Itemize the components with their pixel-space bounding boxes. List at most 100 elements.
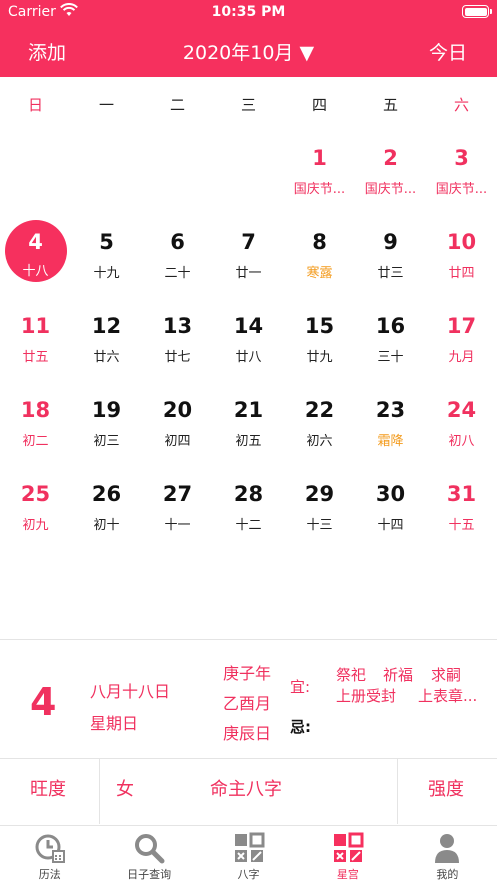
bazi-grid-icon [234, 832, 265, 862]
calendar-day-cell[interactable]: 10 廿四 [426, 224, 497, 308]
tab-label: 八字 [237, 868, 260, 881]
lunar-label: 九月 [448, 350, 475, 365]
day-number: 15 [304, 314, 335, 338]
calendar-day-cell[interactable]: 30 十四 [355, 476, 426, 560]
app-header: Carrier 10:35 PM 添加 2020年10月 ▼ 今日 [0, 0, 497, 77]
lunar-date: 八月十八日 [90, 682, 171, 701]
weekday-label: 二 [169, 96, 185, 114]
lunar-label: 廿五 [22, 350, 49, 365]
yi-item: 上表章... [418, 687, 478, 705]
tab-label: 日子查询 [127, 868, 172, 881]
day-number: 21 [233, 398, 264, 422]
calendar-day-cell[interactable]: 3 国庆节... [426, 140, 497, 224]
calendar-day-cell[interactable]: 12 廿六 [71, 308, 142, 392]
day-number: 27 [162, 482, 193, 506]
lunar-label: 十二 [235, 518, 262, 533]
calendar-day-cell[interactable]: 23 霜降 [355, 392, 426, 476]
calendar-day-cell[interactable]: 13 廿七 [142, 308, 213, 392]
weekday-label: 四 [311, 96, 327, 114]
weekday-label: 六 [453, 96, 469, 114]
calendar-day-cell[interactable]: 20 初四 [142, 392, 213, 476]
calendar-day-cell[interactable]: 2 国庆节... [355, 140, 426, 224]
calendar-day-cell[interactable]: 9 廿三 [355, 224, 426, 308]
calendar-day-cell[interactable]: 1 国庆节... [284, 140, 355, 224]
tab-mine[interactable]: 我的 [398, 826, 497, 883]
calendar-day-cell[interactable]: 16 三十 [355, 308, 426, 392]
calendar-day-cell[interactable]: 25 初九 [0, 476, 71, 560]
calendar-day-cell[interactable]: 8 寒露 [284, 224, 355, 308]
lunar-label: 霜降 [377, 434, 404, 449]
calendar-day-cell[interactable]: 5 十九 [71, 224, 142, 308]
calendar-clock-icon [35, 834, 65, 863]
tab-date-query[interactable]: 日子查询 [99, 826, 198, 883]
selected-day-number: 4 [30, 680, 57, 724]
calendar-day-cell[interactable]: 29 十三 [284, 476, 355, 560]
calendar-week-row: 25 初九 26 初十 27 十一 28 十二 29 十三 30 十四 31 十五 [0, 476, 497, 560]
lunar-label: 初二 [22, 434, 49, 449]
lunar-label: 国庆节... [293, 182, 346, 197]
day-number: 12 [91, 314, 122, 338]
calendar-day-cell[interactable]: 21 初五 [213, 392, 284, 476]
day-number: 14 [233, 314, 264, 338]
calendar-day-cell[interactable]: 4 十八 [0, 220, 71, 308]
tab-star-palace[interactable]: 星宫 [298, 826, 397, 883]
lunar-label: 初九 [22, 518, 49, 533]
lunar-label: 十一 [164, 518, 191, 533]
tab-label: 历法 [38, 868, 61, 881]
tab-calendar[interactable]: 历法 [0, 826, 99, 883]
month-selector[interactable]: 2020年10月 ▼ [0, 38, 497, 65]
lunar-label: 十三 [306, 518, 333, 533]
month-label: 2020年10月 [182, 42, 294, 64]
ganzhi-month: 乙酉月 [223, 694, 272, 713]
calendar-day-cell[interactable]: 31 十五 [426, 476, 497, 560]
calendar-day-cell[interactable]: 19 初三 [71, 392, 142, 476]
calendar-day-cell[interactable]: 7 廿一 [213, 224, 284, 308]
calendar-empty-cell [213, 140, 284, 224]
lunar-label: 廿四 [448, 266, 475, 281]
calendar-day-cell[interactable]: 17 九月 [426, 308, 497, 392]
day-number: 17 [446, 314, 477, 338]
calendar-week-row: 1 国庆节... 2 国庆节... 3 国庆节... [0, 140, 497, 224]
star-palace-icon [333, 832, 364, 862]
calendar-day-cell[interactable]: 6 二十 [142, 224, 213, 308]
calendar-empty-cell [71, 140, 142, 224]
calendar-day-cell[interactable]: 22 初六 [284, 392, 355, 476]
day-number: 25 [20, 482, 51, 506]
calendar-day-cell[interactable]: 15 廿九 [284, 308, 355, 392]
lunar-label: 寒露 [306, 266, 333, 281]
day-number: 22 [304, 398, 335, 422]
wangdu-button[interactable]: 旺度 [30, 775, 66, 801]
yi-item: 祭祀 [336, 666, 367, 684]
tab-label: 星宫 [336, 868, 359, 881]
person-icon [435, 834, 460, 863]
bazi-title[interactable]: 命主八字 [210, 775, 282, 801]
calendar-empty-cell [0, 140, 71, 224]
calendar-day-cell[interactable]: 28 十二 [213, 476, 284, 560]
calendar-day-cell[interactable]: 18 初二 [0, 392, 71, 476]
tab-label: 我的 [436, 868, 459, 881]
calendar-week-row: 18 初二 19 初三 20 初四 21 初五 22 初六 23 霜降 24 初八 [0, 392, 497, 476]
calendar-day-cell[interactable]: 14 廿八 [213, 308, 284, 392]
day-number: 10 [446, 230, 477, 254]
lunar-label: 国庆节... [364, 182, 417, 197]
separator [99, 758, 100, 824]
lunar-label: 廿三 [377, 266, 404, 281]
lunar-label: 初十 [93, 518, 120, 533]
calendar-day-cell[interactable]: 11 廿五 [0, 308, 71, 392]
tab-bazi[interactable]: 八字 [199, 826, 298, 883]
day-number: 16 [375, 314, 406, 338]
calendar-day-cell[interactable]: 26 初十 [71, 476, 142, 560]
qiangdu-button[interactable]: 强度 [428, 775, 464, 801]
weekday-header: 日 一 二 三 四 五 六 [0, 85, 497, 125]
lunar-label: 初六 [306, 434, 333, 449]
weekday-text: 星期日 [90, 714, 139, 733]
lunar-label: 廿九 [306, 350, 333, 365]
day-number: 18 [20, 398, 51, 422]
weekday-label: 五 [382, 96, 398, 114]
calendar-day-cell[interactable]: 24 初八 [426, 392, 497, 476]
lunar-label: 十九 [93, 266, 120, 281]
today-button[interactable]: 今日 [429, 38, 467, 65]
day-number: 4 [28, 230, 43, 254]
calendar-day-cell[interactable]: 27 十一 [142, 476, 213, 560]
lunar-label: 初四 [164, 434, 191, 449]
